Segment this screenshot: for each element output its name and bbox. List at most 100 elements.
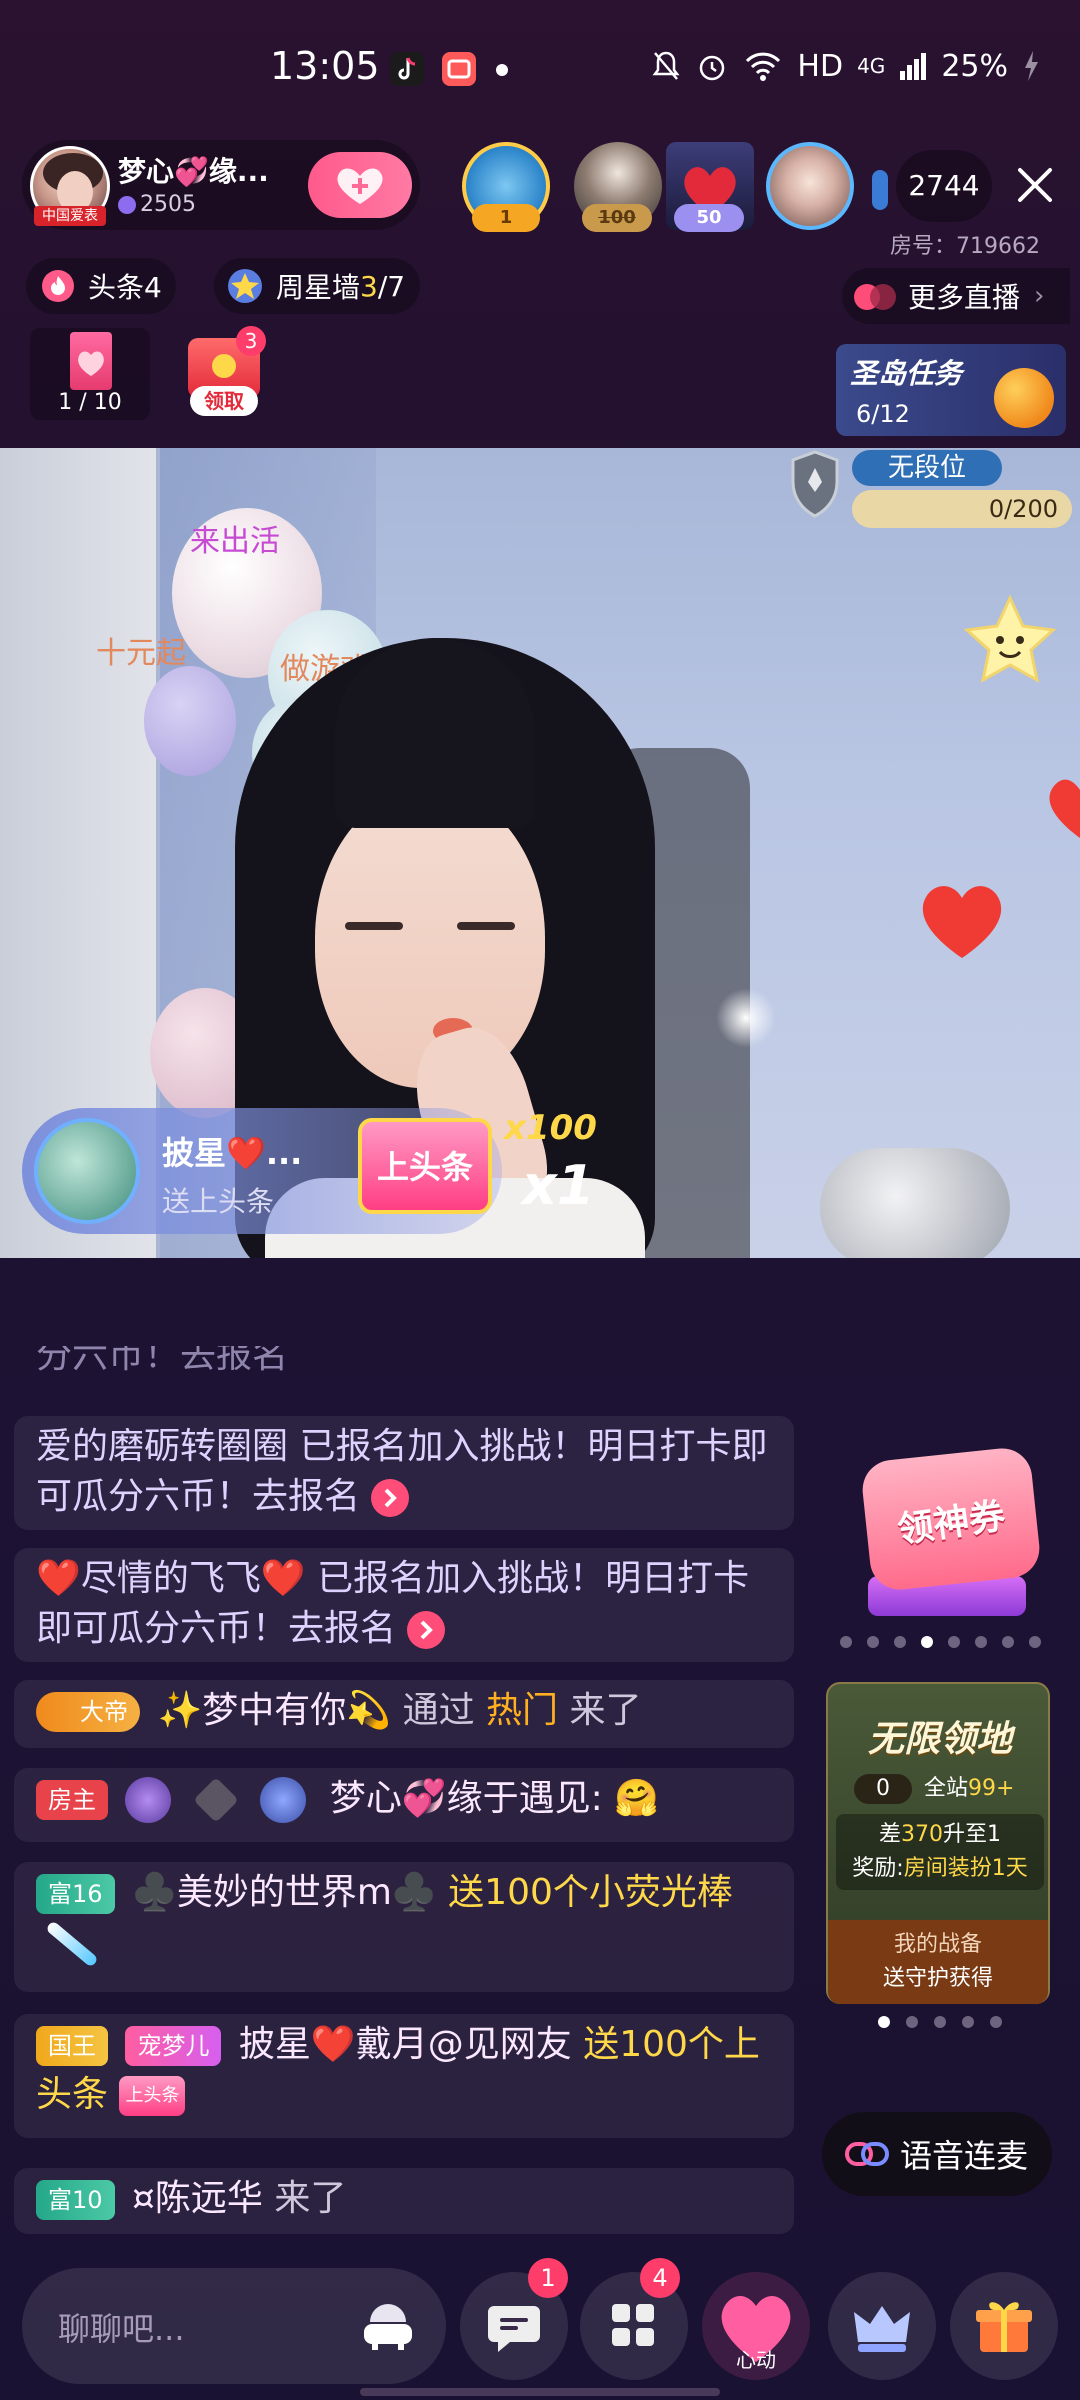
voice-link-label: 语音连麦 (900, 2137, 1029, 2175)
chat-username[interactable]: ✨梦中有你💫 (157, 1690, 391, 1731)
viewer-edge (872, 170, 888, 210)
redpack-badge: 3 (236, 326, 266, 356)
land-gap: 370 (901, 1822, 943, 1847)
viewer-avatar[interactable] (766, 142, 854, 230)
gift-multiplier: x1 (522, 1154, 595, 1217)
balloon-text: 十元起 (96, 636, 186, 671)
task-widget[interactable]: 圣岛任务 6/12 (836, 344, 1066, 436)
land-reward: 房间装扮1天 (903, 1856, 1028, 1881)
voice-link-button[interactable]: 语音连麦 (822, 2112, 1052, 2196)
chevron-right-icon[interactable] (371, 1479, 410, 1517)
card-widget[interactable]: 1 / 10 (30, 328, 150, 420)
land-card[interactable]: 无限领地 0 全站99+ 差370升至1 奖励:房间装扮1天 我的战备 送守护获… (826, 1682, 1050, 2004)
chat-username[interactable]: 披星❤️戴月@见网友 (239, 2024, 572, 2065)
heartbeat-label: 心动 (736, 2348, 776, 2372)
chat-message[interactable]: 富10 ¤陈远华 来了 (14, 2168, 794, 2234)
gift-box-icon (976, 2302, 1032, 2352)
sofa-icon[interactable] (358, 2296, 418, 2356)
chat-message[interactable]: 房主 梦心💞缘于遇见: 🤗 (14, 1768, 794, 1842)
viewer-badge: 50 (674, 204, 744, 232)
carousel-dot (840, 1636, 852, 1648)
chat-input[interactable]: 聊聊吧... (22, 2268, 446, 2384)
gift-sender-avatar (34, 1118, 140, 1224)
card-icon (70, 332, 112, 390)
more-live-pill[interactable]: 更多直播 › (842, 268, 1070, 324)
follow-button[interactable] (308, 152, 412, 218)
fruit-icon (994, 368, 1054, 428)
live-video[interactable]: 来出活 十元起 做游戏 无段位 0/200 披星❤️... 送上头条 上头条 x… (0, 448, 1080, 1258)
land-gap-suffix: 升至1 (943, 1822, 1001, 1847)
message-badge: 1 (528, 2258, 568, 2298)
heart-plus-icon (337, 168, 383, 204)
more-live-icon (854, 282, 898, 310)
chat-message[interactable]: ❤️尽情的飞飞❤️ 已报名加入挑战！明日打卡即可瓜分六币！去报名 (14, 1548, 794, 1662)
chevron-right-icon[interactable] (407, 1611, 446, 1649)
chat-username[interactable]: ¤陈远华 (132, 2178, 263, 2219)
chat-message[interactable]: 国王 宠梦儿 披星❤️戴月@见网友 送100个上头条 上头条 (14, 2014, 794, 2138)
task-title: 圣岛任务 (850, 357, 963, 390)
gift-icon: 上头条 (358, 1118, 492, 1214)
chat-partial: 分六币！去报名 (36, 1346, 288, 1386)
gift-count: x100 (504, 1108, 597, 1148)
task-progress: 6/12 (856, 400, 910, 428)
land-gap-prefix: 差 (878, 1822, 901, 1847)
star-wall-total: /7 (377, 269, 406, 303)
carousel-dot (990, 2016, 1002, 2028)
rank-badge-icon (193, 1777, 239, 1823)
land-battle-2: 送守护获得 (882, 1966, 993, 1991)
status-bar: 13:05 HD 4G 25% (0, 0, 1080, 130)
viewer-badge: 100 (582, 204, 652, 232)
toutiao-pill[interactable]: 头条4 (26, 258, 176, 314)
carousel-dot (921, 1636, 933, 1648)
chat-input-placeholder: 聊聊吧... (58, 2310, 185, 2348)
viewer-count[interactable]: 2744 (896, 150, 992, 222)
gift-button[interactable] (950, 2272, 1058, 2380)
status-time: 13:05 (270, 44, 380, 88)
guard-button[interactable] (828, 2272, 936, 2380)
land-site-prefix: 全站 (924, 1776, 969, 1801)
chat-username[interactable]: ♣️美妙的世界m♣️ (132, 1872, 437, 1913)
star-wall-prefix: 周星墙 (276, 271, 361, 304)
network-label: HD (797, 48, 844, 84)
star-wall-current: 3 (360, 269, 378, 303)
close-button[interactable] (1010, 160, 1060, 210)
coupon-promo[interactable]: 领神券 (846, 1434, 1043, 1620)
chat-message[interactable]: 大帝 ✨梦中有你💫 通过 热门 来了 (14, 1680, 794, 1748)
carousel-dot (1029, 1636, 1041, 1648)
alarm-icon (700, 55, 725, 81)
rank-title: 无段位 (852, 450, 1002, 486)
status-right: HD 4G 25% (651, 46, 1040, 86)
carousel-dot (1002, 1636, 1014, 1648)
wealth-badge: 富10 (36, 2180, 115, 2220)
wealth-badge: 富16 (36, 1874, 115, 1914)
diamond-icon (118, 196, 136, 214)
chat-message[interactable]: 爱的磨砺转圈圈 已报名加入挑战！明日打卡即可瓜分六币！去报名 (14, 1416, 794, 1530)
chat-message[interactable]: 富16 ♣️美妙的世界m♣️ 送100个小荧光棒 (14, 1862, 794, 1992)
anchor-count: 2505 (140, 192, 196, 217)
anchor-name: 梦心💞缘... (118, 155, 269, 188)
heart-sticker (1040, 768, 1080, 852)
carousel-dot (975, 1636, 987, 1648)
more-apps-badge: 4 (640, 2258, 680, 2298)
balloon-text: 来出活 (190, 524, 280, 559)
gift-small-icon: 上头条 (119, 2076, 186, 2116)
carousel-dots (838, 1634, 1048, 1650)
heartbeat-button[interactable]: 心动 (702, 2272, 810, 2380)
carousel-dot (934, 2016, 946, 2028)
rank-progress: 0/200 (988, 495, 1058, 523)
carousel-dot (948, 1636, 960, 1648)
charging-icon (1025, 51, 1038, 81)
host-badge: 房主 (36, 1780, 108, 1820)
star-wall-pill[interactable]: 周星墙 3/7 (214, 258, 420, 314)
battery-label: 25% (941, 48, 1008, 84)
chat-partial-text: 分六币！去报名 (36, 1346, 289, 1376)
carousel-dot (867, 1636, 879, 1648)
chat-source: 热门 (486, 1690, 559, 1731)
carousel-dot (878, 2016, 890, 2028)
signal-label: 4G (857, 54, 886, 78)
star-sticker (958, 594, 1062, 698)
chat-username[interactable]: 梦心💞缘于遇见: (330, 1778, 603, 1819)
redpack-widget[interactable]: 领取 3 (182, 326, 270, 420)
crown-icon (854, 2306, 910, 2352)
chat-emoji: 🤗 (614, 1778, 660, 1819)
